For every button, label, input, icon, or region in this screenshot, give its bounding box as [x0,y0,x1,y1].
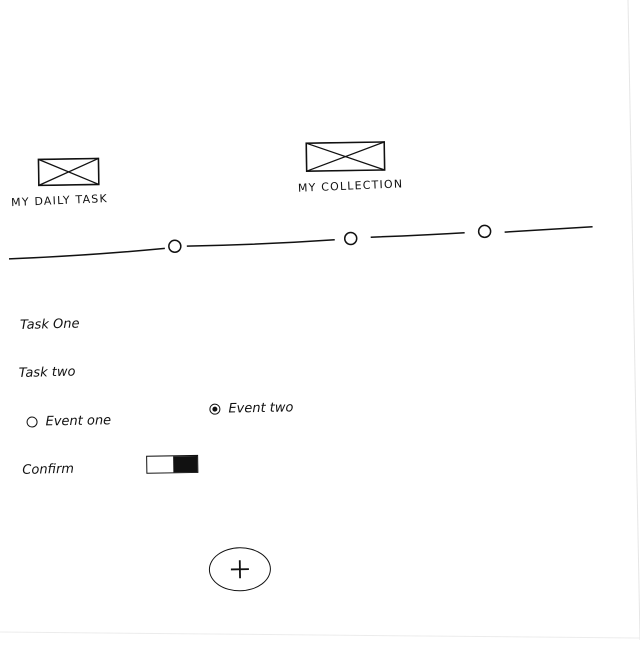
toggle-knob [173,456,197,472]
confirm-label: Confirm [22,462,74,478]
event-two-label: Event two [228,400,293,416]
task-two-item[interactable]: Task two [19,365,76,381]
event-one-radio[interactable]: Event one [26,413,111,429]
task-one-item[interactable]: Task One [20,317,80,333]
step-progress-line [0,0,640,645]
step-3-dot [479,225,491,237]
wireframe-sheet: MY DAILY TASK MY COLLECTION Task One Tas… [0,0,640,645]
radio-checked-icon [209,404,220,415]
step-2-dot [345,232,357,244]
radio-unchecked-icon [26,416,37,427]
plus-icon [229,558,251,580]
event-one-label: Event one [45,413,111,429]
confirm-toggle[interactable] [146,455,198,474]
step-1-dot [169,240,181,252]
event-two-radio[interactable]: Event two [209,400,293,416]
